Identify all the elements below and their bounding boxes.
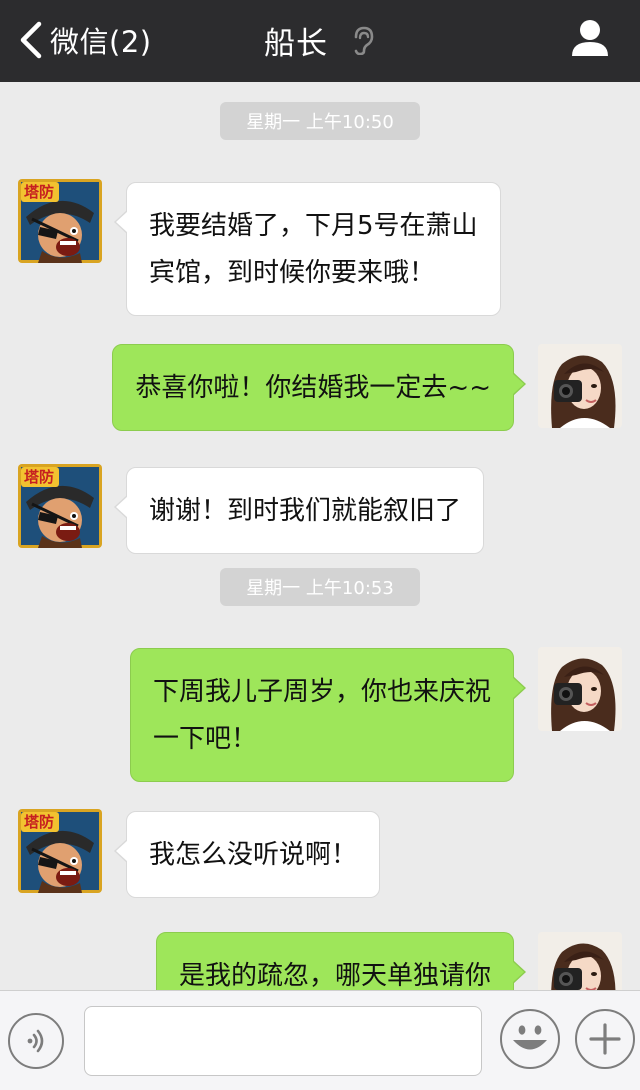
timestamp: 星期一 上午10:53: [220, 568, 420, 606]
message-bubble-outgoing[interactable]: 是我的疏忽，哪天单独请你: [155, 932, 527, 990]
message-input[interactable]: [84, 1006, 482, 1076]
chat-header: 微信(2) 船长: [0, 0, 640, 82]
emoji-button[interactable]: [500, 1009, 560, 1069]
contact-avatar[interactable]: 塔防: [18, 464, 102, 548]
my-avatar[interactable]: [538, 344, 622, 428]
message-bubble-outgoing[interactable]: 下周我儿子周岁，你也来庆祝 一下吧！: [129, 648, 527, 782]
chat-area[interactable]: 星期一 上午10:50 塔防 我要结婚了，下月5号在萧山 宾馆，到时候你要来哦！…: [0, 82, 640, 990]
contact-avatar[interactable]: 塔防: [18, 179, 102, 263]
ear-icon: [354, 26, 374, 55]
message-bubble-incoming[interactable]: 谢谢！到时我们就能叙旧了: [113, 467, 485, 554]
voice-icon: [27, 1029, 44, 1053]
avatar-badge-text: 塔防: [24, 813, 54, 831]
avatar-badge-text: 塔防: [24, 183, 54, 201]
chat-title: 船长: [264, 25, 328, 62]
message-bubble-incoming[interactable]: 我要结婚了，下月5号在萧山 宾馆，到时候你要来哦！: [114, 182, 501, 316]
message-line: 我要结婚了，下月5号在萧山: [149, 211, 478, 241]
emoji-icon: [513, 1025, 547, 1050]
message-line: 我怎么没听说啊！: [149, 840, 358, 870]
input-bar: [0, 990, 640, 1090]
plus-button[interactable]: [575, 1009, 635, 1069]
person-icon[interactable]: [570, 18, 610, 58]
message-line: 一下吧！: [152, 724, 257, 754]
plus-icon: [589, 1023, 621, 1055]
my-avatar[interactable]: [538, 932, 622, 990]
message-line: 是我的疏忽，哪天单独请你: [178, 961, 491, 990]
message-line: 宾馆，到时候你要来哦！: [149, 258, 436, 288]
message-line: 下周我儿子周岁，你也来庆祝: [152, 677, 491, 707]
message-bubble-outgoing[interactable]: 恭喜你啦！你结婚我一定去~~: [112, 344, 526, 431]
my-avatar[interactable]: [538, 647, 622, 731]
voice-button[interactable]: [8, 1013, 64, 1069]
message-bubble-incoming[interactable]: 我怎么没听说啊！: [113, 811, 381, 898]
timestamp: 星期一 上午10:50: [220, 102, 420, 140]
message-line: 恭喜你啦！你结婚我一定去~~: [135, 373, 491, 403]
avatar-badge-text: 塔防: [24, 468, 54, 486]
message-line: 谢谢！到时我们就能叙旧了: [149, 496, 462, 526]
contact-avatar[interactable]: 塔防: [18, 809, 102, 893]
